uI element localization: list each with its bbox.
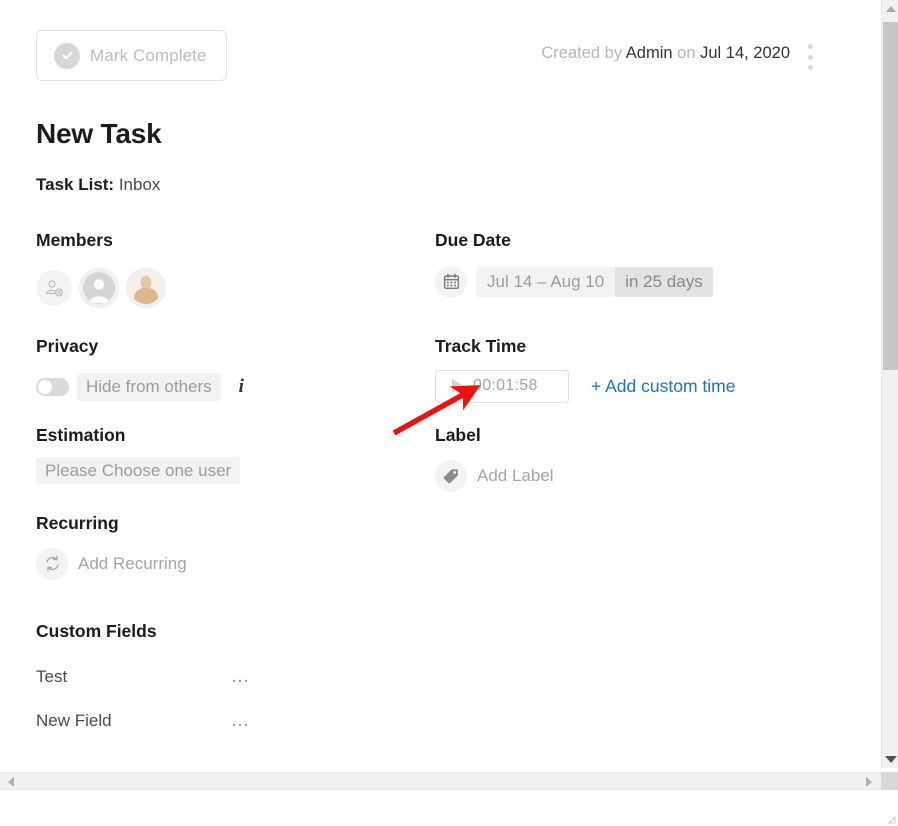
avatar-photo-body [134, 287, 158, 304]
members-heading: Members [36, 230, 113, 250]
created-by-info: Created by Admin on Jul 14, 2020 [541, 44, 790, 63]
task-header: Mark Complete Created by Admin on Jul 14… [0, 0, 868, 100]
custom-field-row: New Field … [36, 710, 252, 731]
ellipsis-icon[interactable]: … [231, 710, 252, 730]
members-section: Members [36, 230, 166, 308]
default-user-avatar[interactable] [79, 267, 119, 308]
task-detail-content: Mark Complete Created by Admin on Jul 14… [0, 0, 868, 730]
mark-complete-button[interactable]: Mark Complete [36, 30, 227, 81]
vertical-scrollbar[interactable] [881, 0, 898, 768]
avatar-silhouette [83, 271, 115, 304]
kebab-dot [807, 54, 813, 60]
label-section: Label Add Label [435, 425, 554, 492]
scrollbar-corner [881, 772, 898, 790]
estimation-field[interactable]: Please Choose one user [36, 456, 241, 484]
kebab-dot [807, 65, 813, 70]
toggle-knob [38, 379, 52, 394]
page-bottom-strip [0, 790, 898, 826]
privacy-heading: Privacy [36, 336, 99, 356]
caret-down-icon[interactable] [882, 751, 898, 768]
add-recurring-label: Add Recurring [78, 553, 187, 573]
task-list-line: Task List: Inbox [36, 175, 160, 195]
timer-value: 00:01:58 [473, 377, 538, 394]
timer-start-button[interactable]: 00:01:58 [435, 369, 569, 403]
ellipsis-icon[interactable]: … [231, 666, 252, 686]
custom-fields-section: Custom Fields Test … New Field … [36, 621, 252, 731]
hide-from-others-label: Hide from others [77, 372, 221, 401]
created-on-word: on [677, 44, 696, 62]
custom-fields-heading: Custom Fields [36, 621, 157, 641]
task-list-label: Task List: [36, 175, 115, 194]
tag-icon [435, 459, 467, 492]
due-date-range: Jul 14 – Aug 10 [476, 266, 616, 297]
vertical-scrollbar-thumb[interactable] [883, 22, 898, 370]
track-time-row: 00:01:58 + Add custom time [435, 369, 735, 403]
created-date: Jul 14, 2020 [700, 44, 790, 62]
custom-field-name[interactable]: New Field [36, 711, 112, 731]
mark-complete-label: Mark Complete [90, 45, 207, 65]
horizontal-scrollbar[interactable] [0, 772, 881, 790]
kebab-menu-icon[interactable] [800, 41, 820, 73]
recurring-heading: Recurring [36, 513, 119, 533]
due-date-row[interactable]: Jul 14 – Aug 10 in 25 days [435, 265, 713, 298]
task-detail-viewport: Mark Complete Created by Admin on Jul 14… [0, 0, 868, 768]
add-custom-time-link[interactable]: + Add custom time [591, 376, 735, 397]
estimation-section: Estimation Please Choose one user [36, 425, 241, 484]
user-photo-avatar[interactable] [126, 267, 166, 308]
task-list-value[interactable]: Inbox [119, 175, 161, 194]
task-detail-page: Mark Complete Created by Admin on Jul 14… [0, 0, 898, 826]
created-by-author: Admin [625, 44, 673, 62]
custom-field-name[interactable]: Test [36, 667, 67, 687]
check-circle-icon [54, 42, 80, 69]
refresh-loop-icon [36, 547, 68, 580]
due-date-heading: Due Date [435, 230, 511, 250]
caret-left-icon[interactable] [2, 773, 19, 791]
custom-field-row: Test … [36, 666, 252, 687]
kebab-dot [807, 44, 813, 49]
add-member-icon[interactable] [36, 269, 72, 306]
track-time-heading: Track Time [435, 336, 527, 356]
due-date-section: Due Date Jul 14 – Aug 10 in 25 days [435, 230, 713, 298]
add-label-button[interactable]: Add Label [435, 459, 554, 492]
estimation-field-wrap: Please Choose one user [36, 456, 241, 484]
caret-right-icon[interactable] [860, 773, 877, 791]
add-label-text: Add Label [477, 465, 554, 485]
due-date-pill[interactable]: Jul 14 – Aug 10 in 25 days [476, 266, 713, 297]
caret-up-icon[interactable] [882, 0, 898, 17]
resize-grip-icon [888, 816, 896, 824]
add-recurring-button[interactable]: Add Recurring [36, 547, 187, 580]
privacy-section: Privacy Hide from others i [36, 336, 244, 401]
created-by-prefix: Created by [541, 44, 623, 62]
members-avatar-list [36, 267, 166, 308]
page-title: New Task [36, 118, 162, 149]
privacy-row: Hide from others i [36, 372, 244, 401]
play-icon [452, 379, 463, 393]
track-time-section: Track Time 00:01:58 + Add custom time [435, 336, 735, 403]
due-date-relative: in 25 days [615, 266, 713, 297]
recurring-section: Recurring Add Recurring [36, 513, 187, 580]
label-heading: Label [435, 425, 481, 445]
estimation-heading: Estimation [36, 425, 126, 445]
info-icon[interactable]: i [239, 376, 244, 398]
calendar-icon [435, 265, 467, 298]
avatar-photo [130, 271, 162, 304]
hide-from-others-toggle[interactable] [36, 377, 69, 396]
